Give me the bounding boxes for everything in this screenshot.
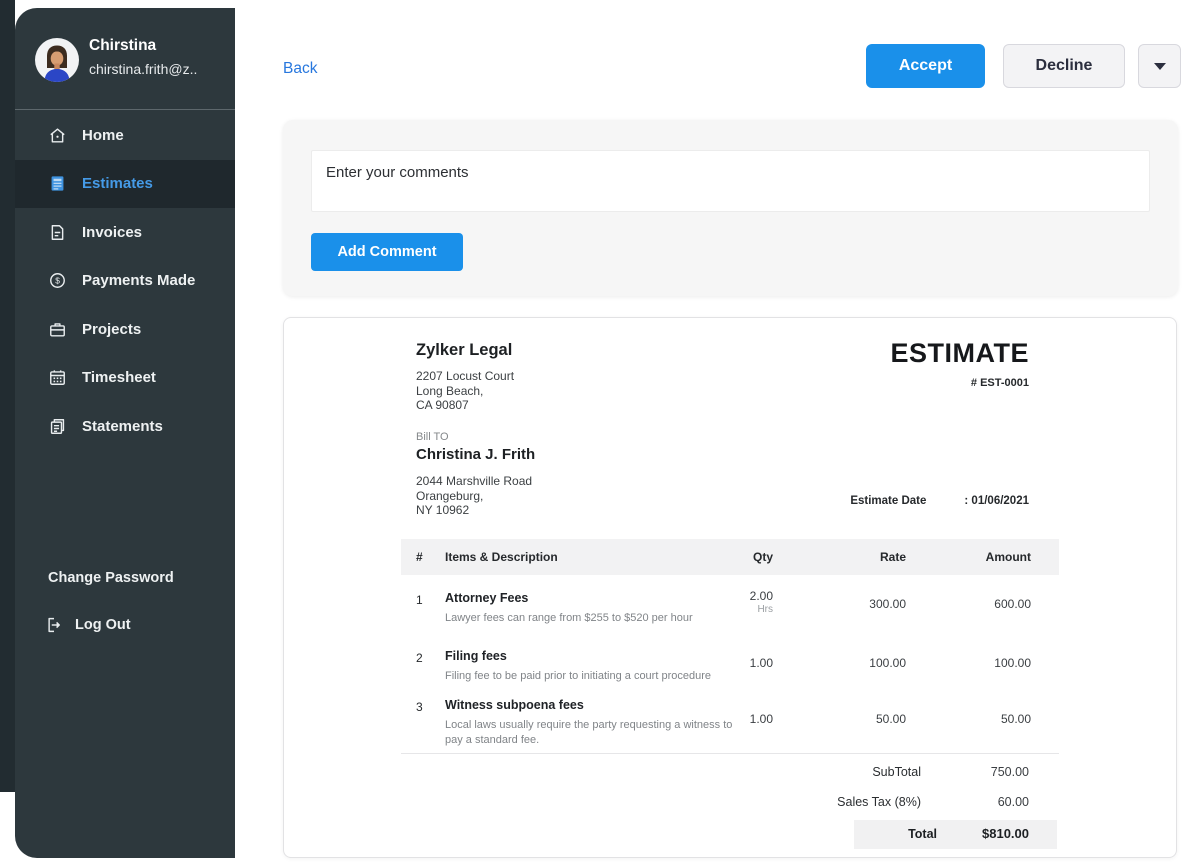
company-name: Zylker Legal [416,341,512,360]
items-table: # Items & Description Qty Rate Amount 1 … [401,539,1059,575]
row-rate: 300.00 [869,597,906,611]
chevron-down-icon [1154,63,1166,70]
bill-to-address-line: 2044 Marshville Road [416,474,532,489]
estimate-document: Zylker Legal 2207 Locust Court Long Beac… [283,317,1177,858]
payments-dollar-icon: $ [48,271,67,290]
subtotal-value: 750.00 [991,765,1029,779]
sidebar-item-statements[interactable]: Statements [15,402,235,451]
more-actions-button[interactable] [1138,44,1181,88]
decline-button[interactable]: Decline [1003,44,1125,88]
estimate-date-value: : 01/06/2021 [964,495,1029,507]
row-amount: 50.00 [1001,712,1031,726]
sidebar-item-label: Timesheet [82,369,156,386]
row-qty-value: 1.00 [750,656,773,670]
total-row: Total $810.00 [657,820,1057,849]
sidebar-item-label: Payments Made [82,272,195,289]
avatar [35,38,79,82]
totals-section: SubTotal 750.00 Sales Tax (8%) 60.00 Tot… [657,758,1057,849]
bill-to-label: Bill TO [416,431,449,443]
row-item-description: Local laws usually require the party req… [445,718,745,748]
row-rate: 50.00 [876,712,906,726]
timesheet-calendar-icon [48,368,67,387]
sidebar-edge-strip [0,0,15,792]
header-items-description: Items & Description [445,550,558,564]
row-item-name: Filing fees [445,649,507,663]
logout-icon [45,616,63,634]
estimate-date-label: Estimate Date [850,495,926,507]
subtotal-label: SubTotal [872,765,921,779]
row-item-name: Witness subpoena fees [445,698,584,712]
row-rate: 100.00 [869,656,906,670]
user-email: chirstina.frith@z.. [89,61,197,77]
bill-to-name: Christina J. Frith [416,446,535,463]
row-item-description: Filing fee to be paid prior to initiatin… [445,669,745,684]
logout-label: Log Out [75,617,131,633]
sidebar-item-label: Statements [82,418,163,435]
sidebar-item-estimates[interactable]: Estimates [15,160,235,209]
header-rate: Rate [880,550,906,564]
sidebar-item-timesheet[interactable]: Timesheet [15,354,235,403]
bill-to-address-line: NY 10962 [416,503,532,518]
tax-label: Sales Tax (8%) [837,795,921,809]
total-value: $810.00 [982,826,1029,841]
document-number: # EST-0001 [971,377,1029,389]
header-num: # [416,550,423,564]
user-profile: Chirstina chirstina.frith@z.. [15,8,235,110]
row-num: 2 [416,651,423,665]
header-amount: Amount [986,550,1031,564]
sidebar-item-label: Estimates [82,175,153,192]
row-num: 1 [416,593,423,607]
sidebar-item-home[interactable]: Home [15,111,235,160]
estimates-document-icon [48,174,67,193]
bill-to-address-line: Orangeburg, [416,489,532,504]
invoice-document-icon [48,223,67,242]
accept-button[interactable]: Accept [866,44,985,88]
company-address-line: CA 90807 [416,398,514,413]
client-portal-app: Chirstina chirstina.frith@z.. Home Estim… [0,0,1200,865]
row-item-name: Attorney Fees [445,591,528,605]
projects-briefcase-icon [48,320,67,339]
row-qty-value: 2.00 [750,589,773,603]
user-name: Chirstina [89,37,156,55]
table-bottom-divider [401,753,1059,754]
back-link[interactable]: Back [283,60,317,78]
estimate-date-row: Estimate Date : 01/06/2021 [850,495,1029,507]
total-label: Total [908,827,937,841]
sidebar-item-projects[interactable]: Projects [15,305,235,354]
tax-row: Sales Tax (8%) 60.00 [657,788,1057,818]
items-table-header: # Items & Description Qty Rate Amount [401,539,1059,575]
row-qty: 2.00Hrs [750,589,773,615]
subtotal-row: SubTotal 750.00 [657,758,1057,788]
sidebar-item-payments-made[interactable]: $ Payments Made [15,257,235,306]
document-title: ESTIMATE [891,338,1030,369]
svg-text:$: $ [55,276,60,286]
home-icon [48,126,67,145]
bill-to-address: 2044 Marshville Road Orangeburg, NY 1096… [416,474,532,518]
sidebar-item-invoices[interactable]: Invoices [15,208,235,257]
logout-button[interactable]: Log Out [45,616,131,634]
sidebar-item-label: Projects [82,321,141,338]
sidebar-nav: Home Estimates Invoices $ Payments Made [15,111,235,451]
tax-value: 60.00 [998,795,1029,809]
row-num: 3 [416,700,423,714]
row-amount: 600.00 [994,597,1031,611]
sidebar: Chirstina chirstina.frith@z.. Home Estim… [15,8,235,858]
comments-panel: Add Comment [283,120,1178,296]
row-item-description: Lawyer fees can range from $255 to $520 … [445,611,745,626]
company-address-line: Long Beach, [416,384,514,399]
row-qty-unit: Hrs [750,604,773,615]
statements-pages-icon [48,417,67,436]
sidebar-item-label: Home [82,127,124,144]
row-qty-value: 1.00 [750,712,773,726]
add-comment-button[interactable]: Add Comment [311,233,463,271]
header-qty: Qty [753,550,773,564]
row-amount: 100.00 [994,656,1031,670]
change-password-link[interactable]: Change Password [48,570,174,586]
sidebar-item-label: Invoices [82,224,142,241]
company-address: 2207 Locust Court Long Beach, CA 90807 [416,369,514,413]
comment-input[interactable] [311,150,1150,212]
company-address-line: 2207 Locust Court [416,369,514,384]
